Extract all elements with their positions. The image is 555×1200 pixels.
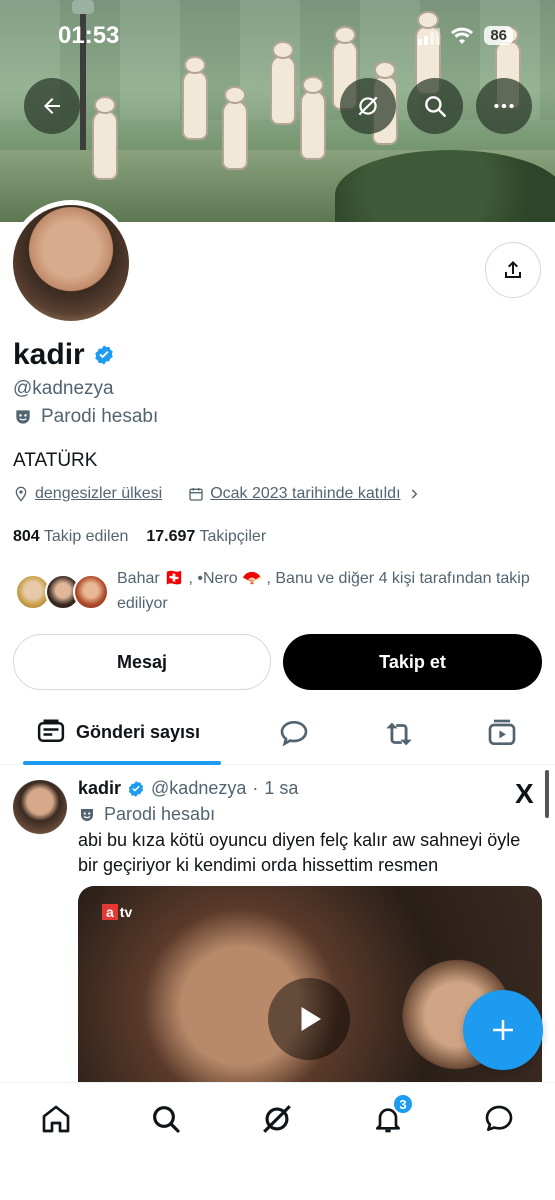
share-icon [505, 261, 521, 278]
followed-by-text: Bahar 🇨🇭 , •Nero 🪭 , Banu ve diğer 4 kiş… [117, 570, 530, 612]
followers-link[interactable]: 17.697 Takipçiler [146, 528, 266, 546]
home-icon [42, 1105, 70, 1133]
theater-mask-icon [81, 808, 93, 821]
profile-avatar[interactable] [8, 200, 134, 326]
search-icon [153, 1106, 180, 1133]
follow-button[interactable]: Takip et [283, 634, 542, 690]
tab-active-indicator [23, 761, 221, 765]
media-icon [488, 719, 516, 745]
parody-label[interactable]: Parodi hesabı [13, 406, 158, 428]
post-parody-text: Parodi hesabı [104, 804, 216, 824]
back-button[interactable] [24, 78, 80, 134]
channel-logo: a tv [102, 904, 132, 920]
location-link[interactable]: dengesizler ülkesi [35, 485, 162, 503]
battery-indicator: 86 [484, 26, 513, 45]
banner-cat [92, 96, 118, 180]
signal-icon [418, 27, 441, 45]
banner-cat [182, 56, 208, 140]
message-button[interactable]: Mesaj [13, 634, 271, 690]
nav-messages[interactable] [479, 1099, 519, 1139]
share-button[interactable] [485, 242, 541, 298]
following-link[interactable]: 804 Takip edilen [13, 528, 128, 546]
post-header: kadir @kadnezya · 1 sa [78, 778, 298, 799]
banner-cat [222, 86, 248, 170]
compose-post-button[interactable] [463, 990, 543, 1070]
post-text: abi bu kıza kötü oyuncu diyen felç kalır… [78, 830, 521, 875]
follower-avatar [73, 574, 109, 610]
reposts-icon [386, 722, 412, 746]
banner-cat [300, 76, 326, 160]
nav-grok[interactable] [257, 1099, 297, 1139]
search-icon [425, 96, 446, 117]
post-parody-label[interactable]: Parodi hesabı [78, 804, 215, 825]
profile-meta: dengesizler ülkesi Ocak 2023 tarihinde k… [13, 485, 421, 503]
verified-badge-icon [128, 780, 144, 797]
parody-label-text: Parodi hesabı [41, 406, 159, 427]
verified-badge-icon[interactable] [93, 344, 115, 366]
play-icon [301, 1007, 321, 1031]
calendar-icon [189, 488, 203, 501]
more-button[interactable] [476, 78, 532, 134]
x-logo-icon: X [515, 778, 534, 809]
theater-mask-icon [16, 410, 30, 424]
post-separator: · [252, 778, 259, 798]
status-icons: 86 [418, 26, 513, 45]
post-time: 1 sa [264, 778, 299, 798]
tab-posts-label: Gönderi sayısı [76, 721, 201, 742]
arrow-left-icon [44, 98, 60, 114]
more-icon [494, 103, 514, 109]
grok-icon [263, 1105, 291, 1133]
wifi-icon [451, 27, 474, 44]
messages-icon [485, 1105, 513, 1131]
scrollbar[interactable] [545, 770, 549, 818]
post-avatar[interactable] [13, 780, 67, 834]
posts-icon [37, 719, 65, 742]
replies-icon [280, 720, 308, 747]
profile-tabs: Gönderi sayısı [0, 705, 555, 765]
profile-name: kadir [13, 338, 115, 372]
notifications-badge: 3 [392, 1093, 414, 1115]
profile-bio: ATATÜRK [13, 450, 98, 471]
banner-cat [270, 41, 296, 125]
tab-reposts[interactable] [382, 717, 416, 751]
tab-replies[interactable] [278, 717, 310, 749]
search-button[interactable] [407, 78, 463, 134]
chevron-right-icon[interactable] [407, 487, 421, 501]
tab-media[interactable] [486, 717, 518, 749]
nav-notifications[interactable]: 3 [368, 1093, 414, 1139]
play-button[interactable] [268, 978, 350, 1060]
profile-name-text: kadir [13, 338, 85, 371]
joined-date-link[interactable]: Ocak 2023 tarihinde katıldı [210, 485, 400, 503]
profile-handle: @kadnezya [13, 378, 114, 399]
follow-counts: 804 Takip edilen 17.697 Takipçiler [13, 528, 266, 546]
location-icon [15, 486, 27, 502]
avatar-image [13, 205, 129, 321]
nav-search[interactable] [146, 1099, 186, 1139]
post-author-handle[interactable]: @kadnezya [151, 778, 246, 799]
grok-button[interactable] [340, 78, 396, 134]
grok-icon [358, 96, 378, 116]
tab-posts[interactable]: Gönderi sayısı [36, 717, 200, 747]
nav-home[interactable] [36, 1099, 76, 1139]
plus-icon [493, 1020, 513, 1040]
bottom-navigation: 3 [0, 1082, 555, 1200]
status-time: 01:53 [58, 22, 120, 49]
followers-you-know[interactable]: Bahar 🇨🇭 , •Nero 🪭 , Banu ve diğer 4 kiş… [13, 566, 543, 616]
post-author-name[interactable]: kadir [78, 778, 121, 799]
